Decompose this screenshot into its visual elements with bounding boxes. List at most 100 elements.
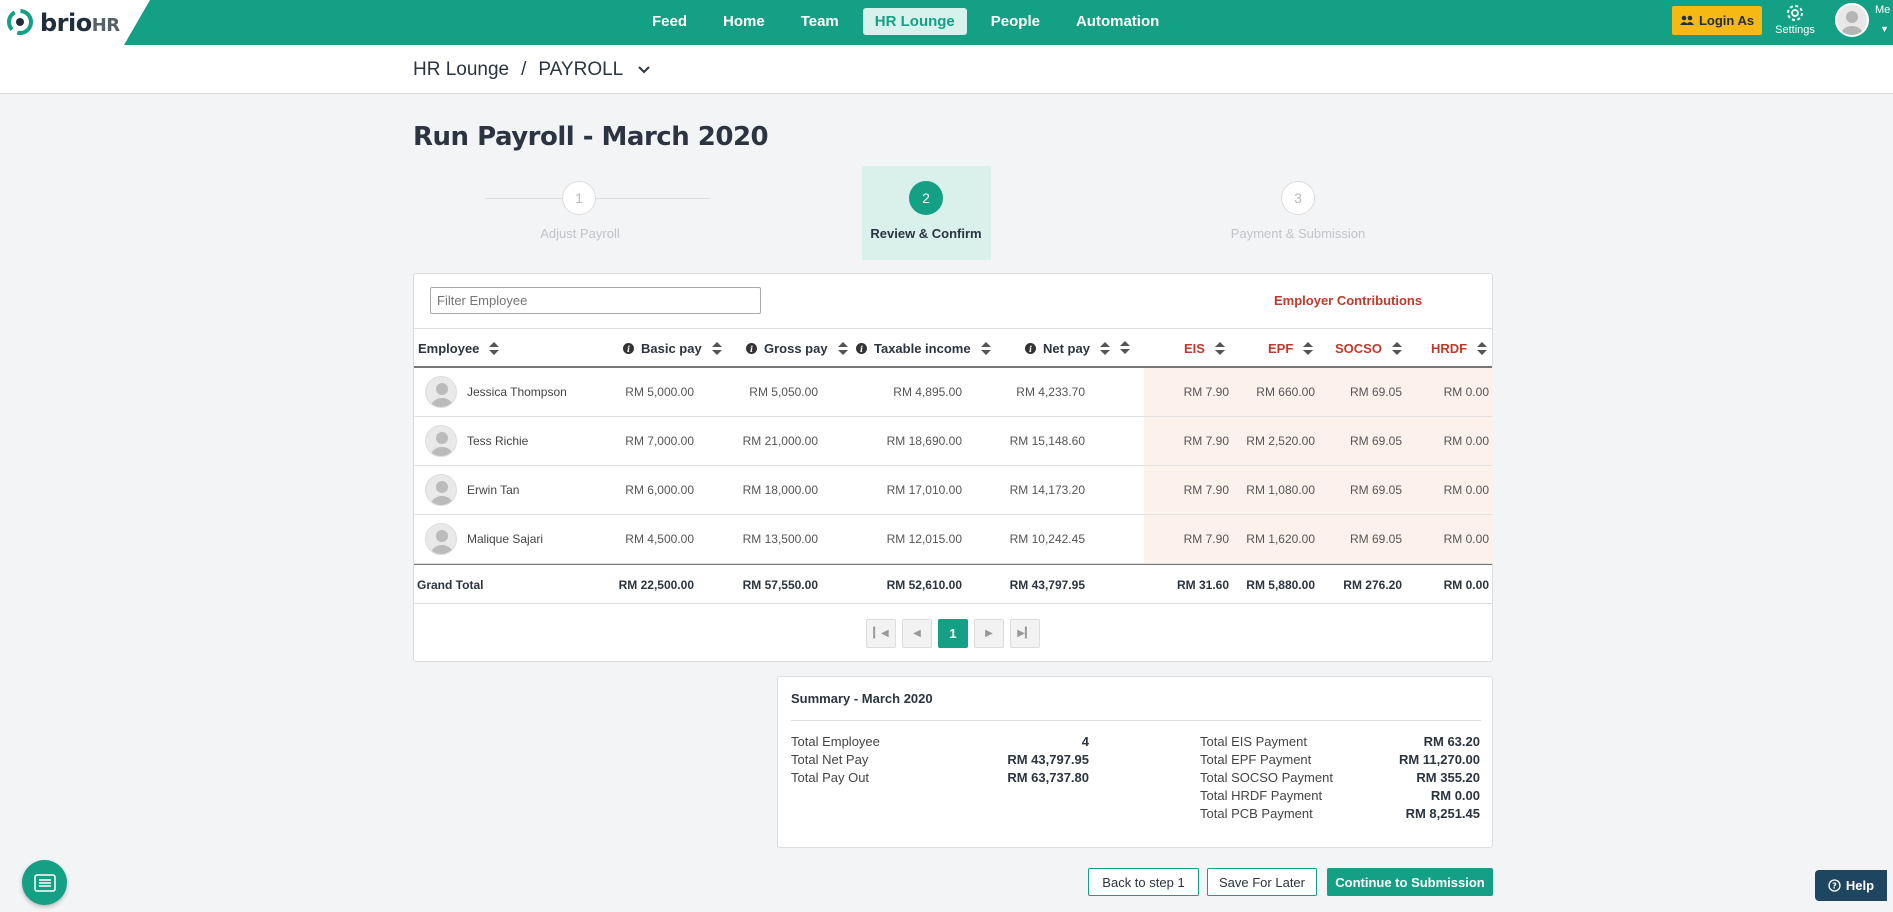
col-taxable-income[interactable]: i Taxable income (856, 341, 991, 356)
employee-name[interactable]: Jessica Thompson (467, 385, 567, 399)
table-row[interactable]: Malique Sajari RM 4,500.00 RM 13,500.00 … (414, 515, 1492, 564)
step-3-label[interactable]: Payment & Submission (1218, 226, 1378, 241)
col-hrdf[interactable]: HRDF (1431, 341, 1488, 356)
total-epf: RM 5,880.00 (1246, 578, 1315, 592)
epf-cell: RM 1,080.00 (1246, 483, 1315, 497)
nav-people[interactable]: People (979, 8, 1052, 35)
back-to-step-1-button[interactable]: Back to step 1 (1088, 868, 1199, 896)
summary-panel: Summary - March 2020 Total Employee 4 To… (777, 676, 1493, 848)
col-socso[interactable]: SOCSO (1335, 341, 1402, 356)
first-page-icon[interactable]: ▎◀ (866, 619, 896, 648)
employee-avatar (425, 376, 457, 408)
sort-icon[interactable] (1120, 341, 1130, 355)
prev-page-icon[interactable]: ◀ (902, 619, 932, 648)
continue-to-submission-button[interactable]: Continue to Submission (1327, 868, 1493, 896)
user-avatar[interactable] (1835, 3, 1869, 37)
logo-text: brioHR (40, 9, 120, 37)
sort-icon[interactable] (489, 341, 500, 356)
user-menu-label[interactable]: Me (1875, 4, 1890, 16)
nav-feed[interactable]: Feed (640, 8, 699, 35)
gear-icon (1787, 5, 1803, 21)
nav-hr-lounge[interactable]: HR Lounge (862, 8, 967, 35)
hrdf-cell: RM 0.00 (1443, 483, 1489, 497)
info-icon[interactable]: i (856, 343, 867, 354)
nav-team[interactable]: Team (789, 8, 851, 35)
summary-value: RM 11,270.00 (1399, 752, 1480, 767)
next-page-icon[interactable]: ▶ (974, 619, 1004, 648)
employee-name[interactable]: Malique Sajari (467, 532, 543, 546)
col-employee[interactable]: Employee (418, 341, 500, 356)
chevron-down-icon[interactable] (637, 65, 651, 75)
summary-label: Total Net Pay (791, 752, 869, 767)
basic-pay-cell: RM 7,000.00 (625, 434, 694, 448)
col-gross-pay[interactable]: i Gross pay (746, 341, 848, 356)
step-1-circle[interactable]: 1 (562, 181, 596, 215)
sort-icon[interactable] (711, 341, 722, 356)
sort-icon[interactable] (1303, 341, 1314, 356)
grand-total-label: Grand Total (417, 578, 484, 592)
caret-down-icon[interactable]: ▼ (1880, 24, 1889, 34)
taxable-income-cell: RM 17,010.00 (886, 483, 962, 497)
total-socso: RM 276.20 (1343, 578, 1402, 592)
step-2-circle[interactable]: 2 (909, 181, 943, 215)
epf-cell: RM 2,520.00 (1246, 434, 1315, 448)
employee-avatar (425, 425, 457, 457)
sort-icon[interactable] (980, 341, 991, 356)
table-row[interactable]: Jessica Thompson RM 5,000.00 RM 5,050.00… (414, 368, 1492, 417)
sort-icon[interactable] (1391, 341, 1402, 356)
breadcrumb-root[interactable]: HR Lounge (413, 59, 509, 81)
brio-logo-icon (7, 9, 33, 35)
col-eis[interactable]: EIS (1184, 341, 1225, 356)
save-for-later-button[interactable]: Save For Later (1207, 868, 1317, 896)
table-row[interactable]: Tess Richie RM 7,000.00 RM 21,000.00 RM … (414, 417, 1492, 466)
table-header: Employee i Basic pay i Gross pay i Taxable … (414, 328, 1492, 368)
sort-icon[interactable] (1477, 341, 1488, 356)
sort-icon[interactable] (1099, 341, 1110, 356)
info-icon[interactable]: i (1025, 343, 1036, 354)
svg-text:?: ? (1832, 882, 1837, 891)
col-extra-sort[interactable] (1114, 341, 1130, 355)
col-basic-pay[interactable]: i Basic pay (623, 341, 722, 356)
login-as-button[interactable]: Login As (1672, 6, 1762, 35)
breadcrumb-current[interactable]: PAYROLL (538, 59, 623, 81)
col-net-pay[interactable]: i Net pay (1025, 341, 1110, 356)
filter-employee-input[interactable] (430, 287, 761, 314)
step-1-label[interactable]: Adjust Payroll (520, 226, 640, 241)
logo[interactable]: brioHR (0, 0, 150, 45)
nav-home[interactable]: Home (711, 8, 777, 35)
net-pay-cell: RM 15,148.60 (1009, 434, 1085, 448)
breadcrumb-separator: / (521, 59, 527, 80)
employee-name[interactable]: Erwin Tan (467, 483, 519, 497)
socso-cell: RM 69.05 (1349, 385, 1402, 399)
step-3-circle[interactable]: 3 (1281, 181, 1315, 215)
total-eis: RM 31.60 (1176, 578, 1229, 592)
nav-automation[interactable]: Automation (1064, 8, 1171, 35)
total-taxable-income: RM 52,610.00 (886, 578, 962, 592)
summary-title: Summary - March 2020 (791, 691, 933, 706)
table-row[interactable]: Erwin Tan RM 6,000.00 RM 18,000.00 RM 17… (414, 466, 1492, 515)
user-icon (431, 383, 453, 407)
summary-value: RM 8,251.45 (1405, 806, 1480, 821)
help-button[interactable]: ? Help (1815, 870, 1887, 901)
step-2-label[interactable]: Review & Confirm (866, 226, 986, 241)
user-icon (431, 481, 453, 505)
socso-cell: RM 69.05 (1349, 483, 1402, 497)
eis-cell: RM 7.90 (1183, 532, 1229, 546)
menu-fab[interactable] (22, 860, 67, 905)
employee-name[interactable]: Tess Richie (467, 434, 528, 448)
page-number[interactable]: 1 (938, 619, 968, 648)
question-circle-icon: ? (1828, 879, 1841, 892)
total-hrdf: RM 0.00 (1443, 578, 1489, 592)
col-epf[interactable]: EPF (1268, 341, 1314, 356)
info-icon[interactable]: i (623, 343, 634, 354)
last-page-icon[interactable]: ▶▎ (1010, 619, 1040, 648)
settings-button[interactable]: Settings (1770, 2, 1820, 36)
total-gross-pay: RM 57,550.00 (742, 578, 818, 592)
summary-label: Total Pay Out (791, 770, 870, 785)
info-icon[interactable]: i (746, 343, 757, 354)
sort-icon[interactable] (1214, 341, 1225, 356)
total-basic-pay: RM 22,500.00 (618, 578, 694, 592)
sort-icon[interactable] (837, 341, 848, 356)
employee-avatar (425, 474, 457, 506)
total-net-pay: RM 43,797.95 (1009, 578, 1085, 592)
